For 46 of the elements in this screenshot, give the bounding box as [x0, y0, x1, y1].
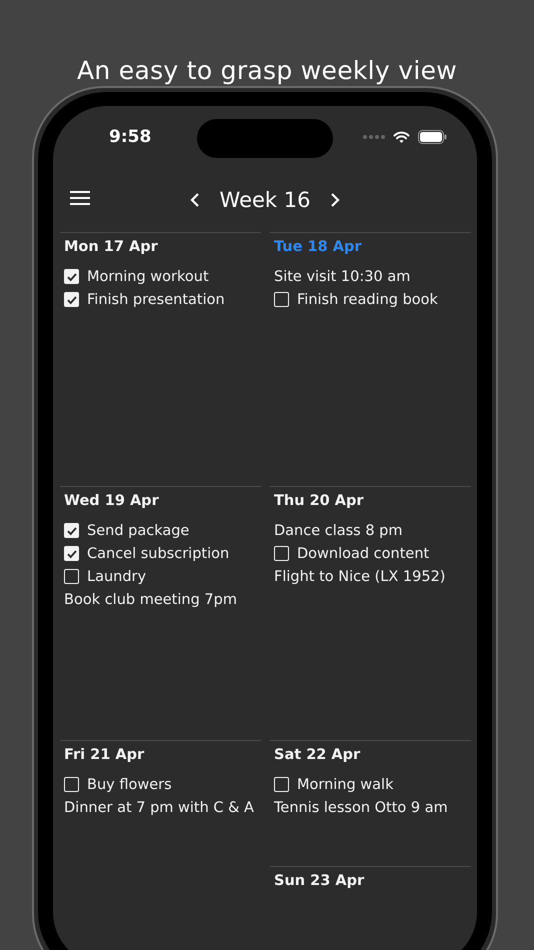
day-title: Tue 18 Apr — [274, 238, 362, 257]
day-cell[interactable]: Sat 22 Apr Morning walk Tennis lesson Otto 9 am — [270, 740, 471, 866]
wifi-icon — [393, 130, 410, 144]
event-label: Tennis lesson Otto 9 am — [274, 800, 448, 816]
next-week-button[interactable] — [330, 192, 340, 208]
previous-week-button[interactable] — [190, 192, 200, 208]
task-label: Morning walk — [297, 776, 394, 792]
day-title: Thu 20 Apr — [274, 492, 365, 511]
checkbox[interactable] — [64, 523, 79, 538]
task-label: Morning workout — [87, 268, 209, 284]
battery-icon — [418, 130, 447, 144]
status-time: 9:58 — [109, 127, 152, 147]
event-label: Dinner at 7 pm with C & A — [64, 800, 254, 816]
day-title: Wed 19 Apr — [64, 492, 160, 511]
event-label: Site visit 10:30 am — [274, 268, 410, 284]
checkbox[interactable] — [64, 546, 79, 561]
checkbox[interactable] — [274, 292, 289, 307]
task-label: Finish reading book — [297, 292, 438, 308]
checkbox[interactable] — [64, 777, 79, 792]
day-cell[interactable]: Sun 23 Apr — [270, 866, 471, 950]
checkbox[interactable] — [64, 292, 79, 307]
event-label: Book club meeting 7pm — [64, 592, 237, 608]
day-cell[interactable]: Fri 21 Apr Buy flowers Dinner at 7 pm with C & A — [60, 740, 261, 950]
day-cell[interactable]: Thu 20 Apr Dance class 8 pm Download content Flight to Nice (LX 1952) — [270, 486, 471, 740]
checkbox[interactable] — [64, 269, 79, 284]
event-label: Dance class 8 pm — [274, 522, 403, 538]
day-cell[interactable]: Wed 19 Apr Send package Cancel subscription Laundry Book club meeting 7pm — [60, 486, 261, 740]
day-title: Sat 22 Apr — [274, 746, 362, 765]
task-label: Finish presentation — [87, 292, 225, 308]
day-title: Fri 21 Apr — [64, 746, 146, 765]
task-label: Laundry — [87, 568, 146, 584]
day-title: Sun 23 Apr — [274, 872, 366, 891]
signal-icon — [363, 135, 385, 139]
checkbox[interactable] — [274, 546, 289, 561]
event-label: Flight to Nice (LX 1952) — [274, 568, 446, 584]
week-title: Week 16 — [218, 188, 312, 212]
checkbox[interactable] — [64, 569, 79, 584]
day-title: Mon 17 Apr — [64, 238, 159, 257]
task-label: Send package — [87, 522, 190, 538]
checkbox[interactable] — [274, 777, 289, 792]
day-cell[interactable]: Mon 17 Apr Morning workout Finish presentation — [60, 232, 261, 486]
task-label: Download content — [297, 546, 430, 562]
task-label: Cancel subscription — [87, 546, 230, 562]
day-cell[interactable]: Tue 18 Apr Site visit 10:30 am Finish reading book — [270, 232, 471, 486]
headline: An easy to grasp weekly view — [76, 56, 458, 85]
task-label: Buy flowers — [87, 776, 172, 792]
